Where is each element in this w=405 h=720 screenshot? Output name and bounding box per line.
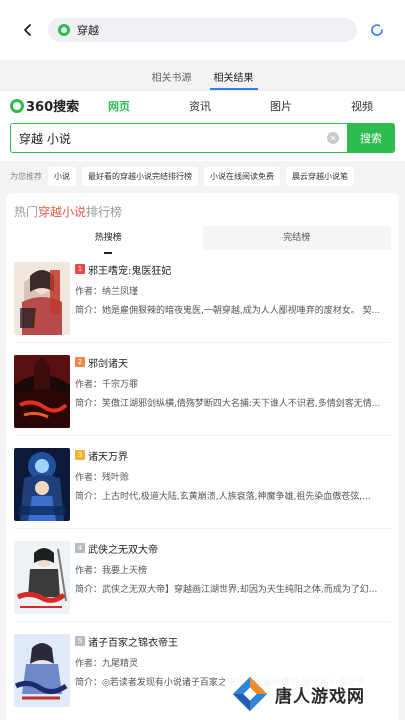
book-cover[interactable] (14, 541, 70, 614)
book-title-row: 4 武侠之无双大帝 (75, 541, 391, 556)
list-item[interactable]: 1 邪王嗜宠:鬼医狂妃 作者：纳兰凤瑾 简介：她是雇佣狠辣的暗夜鬼医,一朝穿越,… (14, 250, 391, 343)
book-intro: 简介：上古时代,极道大陆,玄黄崩溃,人族衰落,神魔争雄,祖先染血傲苍弦,... (75, 492, 371, 502)
tab-related-results[interactable]: 相关结果 (209, 69, 258, 90)
query-input[interactable]: 穿越 小说 ✕ (10, 123, 347, 153)
book-author: 作者：九尾精灵 (75, 659, 139, 669)
book-title-row: 2 邪剑诸天 (75, 355, 391, 370)
book-title[interactable]: 武侠之无双大帝 (88, 541, 158, 556)
360-logo-icon (58, 24, 70, 36)
book-title[interactable]: 诸天万界 (88, 448, 128, 463)
book-author: 作者：千宗万罪 (75, 380, 139, 390)
recommend-row: 为您推荐 小说 最好看的穿越小说完结排行榜 小说在线阅读免费 晨云穿越小说笔 (0, 161, 405, 191)
ranking-title-highlight: 穿越小说 (38, 205, 87, 219)
query-text: 穿越 小说 (19, 131, 71, 146)
rank-badge: 3 (75, 450, 85, 460)
search-query-text: 穿越 (77, 24, 99, 37)
book-author: 作者：残叶赊 (75, 473, 130, 483)
list-item[interactable]: 2 邪剑诸天 作者：千宗万罪 简介：笑傲江湖邪剑纵横,倩殇梦断四大名捕:天下谁人… (14, 343, 391, 436)
book-title[interactable]: 邪王嗜宠:鬼医狂妃 (88, 262, 171, 277)
book-cover[interactable] (14, 262, 70, 335)
so-logo[interactable]: 360搜索 (10, 96, 108, 115)
top-bar: 穿越 (0, 0, 405, 60)
search-button[interactable]: 搜索 (347, 123, 395, 153)
so-nav: 网页 资讯 图片 视频 (108, 98, 395, 114)
recommend-chip[interactable]: 小说 (48, 166, 76, 186)
rank-badge: 4 (75, 543, 85, 553)
back-button[interactable] (14, 16, 42, 44)
nav-web[interactable]: 网页 (108, 98, 130, 114)
book-title-row: 3 诸天万界 (75, 448, 391, 463)
book-info: 3 诸天万界 作者：残叶赊 简介：上古时代,极道大陆,玄黄崩溃,人族衰落,神魔争… (75, 448, 391, 528)
book-info: 4 武侠之无双大帝 作者：我要上天榜 简介：武侠之无双大帝】穿越画江湖世界,却因… (75, 541, 391, 621)
recommend-chip[interactable]: 晨云穿越小说笔 (286, 166, 354, 186)
clear-icon[interactable]: ✕ (327, 132, 339, 144)
recommend-chip[interactable]: 最好看的穿越小说完结排行榜 (82, 166, 198, 186)
book-cover[interactable] (14, 355, 70, 428)
rank-badge: 1 (75, 264, 85, 274)
ranking-tabs: 热搜榜 完结榜 (14, 226, 392, 254)
book-title[interactable]: 邪剑诸天 (88, 355, 128, 370)
book-cover-image (14, 634, 70, 707)
nav-news[interactable]: 资讯 (189, 98, 211, 114)
query-row: 穿越 小说 ✕ 搜索 (0, 120, 405, 161)
watermark: 唐人游戏网 (225, 670, 385, 718)
so-header: 360搜索 网页 资讯 图片 视频 (0, 90, 405, 120)
recommend-chip[interactable]: 小说在线阅读免费 (204, 166, 280, 186)
tab-completed[interactable]: 完结榜 (203, 226, 392, 250)
rank-badge: 2 (75, 357, 85, 367)
rank-badge: 5 (75, 636, 85, 646)
book-info: 2 邪剑诸天 作者：千宗万罪 简介：笑傲江湖邪剑纵横,倩殇梦断四大名捕:天下谁人… (75, 355, 391, 435)
book-title[interactable]: 诸子百家之锦衣帝王 (88, 634, 178, 649)
page: 穿越 相关书源 相关结果 360搜索 网页 资讯 图片 视频 穿越 小说 ✕ 搜… (0, 0, 405, 720)
source-tabs: 相关书源 相关结果 (0, 60, 405, 90)
nav-images[interactable]: 图片 (270, 98, 292, 114)
list-item[interactable]: 4 武侠之无双大帝 作者：我要上天榜 简介：武侠之无双大帝】穿越画江湖世界,却因… (14, 529, 391, 622)
tab-related-sources[interactable]: 相关书源 (148, 69, 196, 90)
ranking-title-prefix: 热门 (14, 205, 39, 219)
book-cover[interactable] (14, 448, 70, 521)
book-intro: 简介：笑傲江湖邪剑纵横,倩殇梦断四大名捕:天下谁人不识君,多情剑客无情... (75, 399, 381, 409)
search-box[interactable]: 穿越 (48, 18, 357, 42)
ranking-card: 热门穿越小说排行榜 热搜榜 完结榜 1 邪王嗜宠:鬼医狂妃 作者：纳兰凤瑾 简介… (6, 193, 399, 720)
book-cover[interactable] (14, 634, 70, 707)
book-cover-image (14, 448, 70, 521)
book-cover-image (14, 541, 70, 614)
book-author: 作者：纳兰凤瑾 (75, 287, 139, 297)
list-item[interactable]: 3 诸天万界 作者：残叶赊 简介：上古时代,极道大陆,玄黄崩溃,人族衰落,神魔争… (14, 436, 391, 529)
chevron-left-icon (24, 24, 31, 36)
ranking-title-suffix: 排行榜 (86, 205, 123, 219)
ranking-title: 热门穿越小说排行榜 (14, 203, 391, 220)
book-cover-image (14, 355, 70, 428)
loading-button[interactable] (363, 16, 391, 44)
nav-video[interactable]: 视频 (351, 98, 373, 114)
tab-hot-search[interactable]: 热搜榜 (14, 226, 203, 254)
book-cover-image (14, 262, 70, 335)
book-intro: 简介：武侠之无双大帝】穿越画江湖世界,却因为天生纯阳之体,而成为了幻... (75, 585, 378, 595)
watermark-text: 唐人游戏网 (275, 686, 365, 707)
book-info: 1 邪王嗜宠:鬼医狂妃 作者：纳兰凤瑾 简介：她是雇佣狠辣的暗夜鬼医,一朝穿越,… (75, 262, 391, 342)
book-author: 作者：我要上天榜 (75, 566, 148, 576)
watermark-logo-icon (232, 676, 268, 712)
book-title-row: 1 邪王嗜宠:鬼医狂妃 (75, 262, 391, 277)
loading-spinner-icon (371, 24, 383, 36)
360-logo-icon (10, 98, 24, 113)
recommend-label: 为您推荐 (10, 171, 42, 181)
book-intro: 简介：她是雇佣狠辣的暗夜鬼医,一朝穿越,成为人人鄙视唾弃的废材女。 契... (75, 306, 381, 316)
so-logo-text: 360搜索 (26, 100, 80, 115)
book-title-row: 5 诸子百家之锦衣帝王 (75, 634, 391, 649)
